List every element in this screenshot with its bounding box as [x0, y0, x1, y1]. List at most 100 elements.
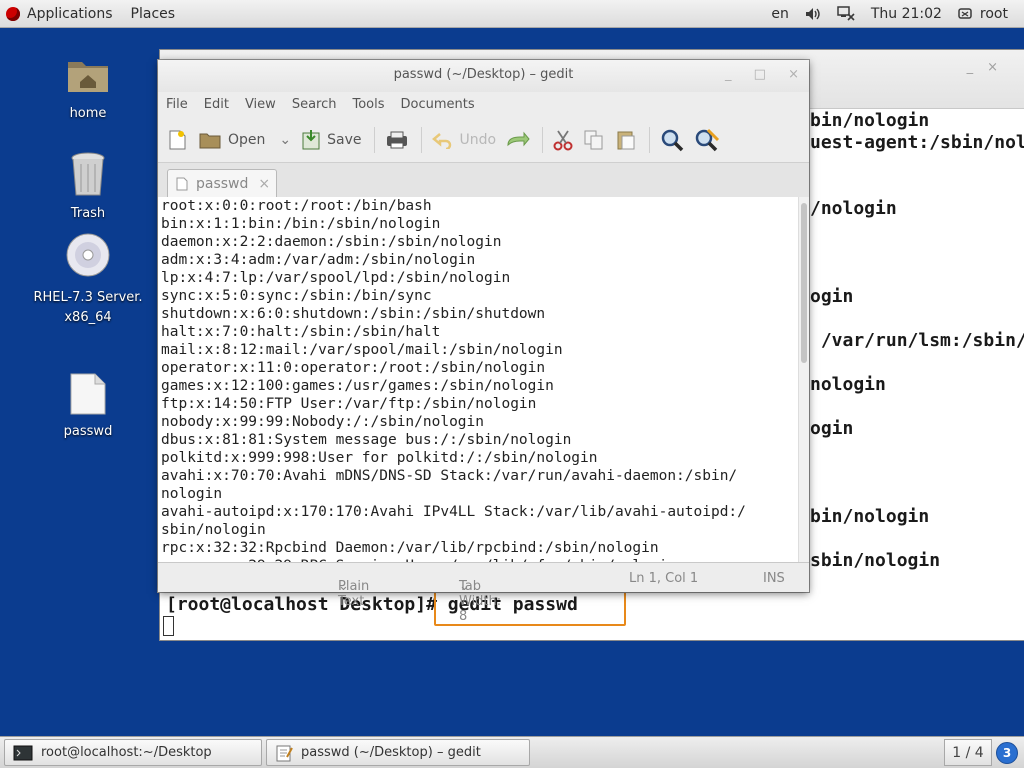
user-icon — [958, 7, 972, 19]
menu-view[interactable]: View — [245, 97, 276, 112]
panel-status-area: en Thu 21:02 root — [771, 0, 1024, 27]
print-button[interactable] — [385, 130, 409, 150]
terminal-icon — [13, 745, 33, 760]
document-icon — [176, 177, 188, 190]
redo-button[interactable] — [506, 131, 530, 149]
desktop-icon-dvd[interactable]: RHEL-7.3 Server. x86_64 — [30, 232, 146, 328]
desktop-icon-label: Trash — [70, 206, 106, 221]
chevron-down-icon: ⌄ — [459, 579, 470, 594]
text-editor[interactable]: root:x:0:0:root:/root:/bin/bash bin:x:1:1… — [158, 197, 798, 562]
chevron-down-icon[interactable]: ⌄ — [279, 132, 291, 148]
menu-edit[interactable]: Edit — [204, 97, 229, 112]
home-folder-icon — [68, 62, 108, 92]
undo-button[interactable]: Undo — [431, 131, 497, 149]
redo-icon — [507, 131, 530, 147]
cut-button[interactable] — [553, 129, 573, 151]
redhat-logo-icon — [6, 6, 20, 21]
find-replace-icon — [695, 128, 720, 152]
menu-file[interactable]: File — [166, 97, 188, 112]
editor-line: mail:x:8:12:mail:/var/spool/mail:/sbin/n… — [161, 342, 563, 358]
editor-line: sync:x:5:0:sync:/sbin:/bin/sync — [161, 288, 432, 304]
undo-label: Undo — [459, 132, 497, 148]
terminal-line: nologin — [810, 374, 886, 395]
editor-line: operator:x:11:0:operator:/root:/sbin/nol… — [161, 360, 546, 376]
open-button[interactable]: Open ⌄ — [198, 130, 291, 150]
toolbar-separator — [542, 127, 544, 153]
taskbar-item-terminal[interactable]: root@localhost:~/Desktop — [4, 739, 262, 766]
search-icon — [661, 129, 684, 152]
trash-icon — [71, 152, 105, 196]
find-replace-button[interactable] — [694, 128, 720, 152]
scissors-icon — [553, 130, 573, 151]
dvd-icon — [66, 233, 110, 277]
desktop-icon-label: passwd — [63, 424, 113, 439]
maximize-icon[interactable]: □ — [754, 67, 766, 82]
find-button[interactable] — [660, 128, 684, 152]
editor-line: avahi:x:70:70:Avahi mDNS/DNS-SD Stack:/v… — [161, 468, 738, 484]
editor-line: lp:x:4:7:lp:/var/spool/lpd:/sbin/nologin — [161, 270, 511, 286]
user-label: root — [979, 5, 1008, 22]
editor-scrollbar[interactable] — [798, 197, 809, 562]
top-panel: Applications Places en Thu 21:02 root — [0, 0, 1024, 28]
notification-badge[interactable]: 3 — [996, 742, 1018, 764]
save-icon — [302, 130, 320, 150]
editor-line: avahi-autoipd:x:170:170:Avahi IPv4LL Sta… — [161, 504, 746, 520]
places-menu[interactable]: Places — [131, 6, 176, 22]
menu-documents[interactable]: Documents — [401, 97, 475, 112]
taskbar-item-label: root@localhost:~/Desktop — [41, 745, 212, 760]
desktop-icon-trash[interactable]: Trash — [30, 150, 146, 224]
gedit-window[interactable]: passwd (~/Desktop) – gedit _ □ × File Ed… — [158, 60, 809, 624]
language-label: en — [771, 5, 789, 22]
applications-menu[interactable]: Applications — [0, 6, 113, 22]
folder-open-icon — [199, 133, 221, 149]
editor-line: bin:x:1:1:bin:/bin:/sbin/nologin — [161, 216, 441, 232]
taskbar-item-gedit[interactable]: passwd (~/Desktop) – gedit — [266, 739, 530, 766]
close-icon[interactable]: × — [788, 67, 799, 82]
close-tab-icon[interactable]: × — [258, 176, 270, 192]
volume-icon[interactable] — [805, 7, 821, 21]
notification-count: 3 — [1002, 746, 1012, 760]
save-button[interactable]: Save — [301, 129, 362, 151]
editor-line: dbus:x:81:81:System message bus:/:/sbin/… — [161, 432, 572, 448]
new-file-icon — [169, 130, 186, 150]
tab-passwd[interactable]: passwd × — [167, 169, 277, 197]
clock[interactable]: Thu 21:02 — [871, 6, 942, 22]
workspace-switcher[interactable]: 1 / 4 — [944, 739, 992, 766]
new-document-button[interactable] — [166, 129, 188, 151]
editor-line: rpc:x:32:32:Rpcbind Daemon:/var/lib/rpcb… — [161, 540, 659, 556]
insert-mode: INS — [763, 571, 785, 586]
editor-line: ftp:x:14:50:FTP User:/var/ftp:/sbin/nolo… — [161, 396, 537, 412]
terminal-line: ogin — [810, 286, 854, 307]
terminal-line: /var/run/lsm:/sbin/n — [810, 330, 1024, 351]
toolbar-separator — [649, 127, 651, 153]
desktop-icon-label: home — [69, 106, 107, 121]
editor-line: nologin — [161, 486, 223, 502]
terminal-window-buttons[interactable]: _× — [967, 60, 1012, 75]
menu-search[interactable]: Search — [292, 97, 337, 112]
close-icon[interactable]: × — [987, 60, 1012, 75]
editor-line: adm:x:3:4:adm:/var/adm:/sbin/nologin — [161, 252, 476, 268]
desktop-icon-home[interactable]: home — [30, 50, 146, 124]
terminal-line: /nologin — [810, 198, 897, 219]
menu-tools[interactable]: Tools — [352, 97, 384, 112]
user-menu[interactable]: root — [958, 6, 1008, 22]
editor-line: games:x:12:100:games:/usr/games:/sbin/no… — [161, 378, 554, 394]
desktop-icon-passwd[interactable]: passwd — [30, 372, 146, 442]
text-file-icon — [70, 373, 106, 415]
scrollbar-thumb[interactable] — [801, 203, 807, 363]
document-tabbar: passwd × — [158, 163, 809, 198]
terminal-line: bin/nologin — [810, 506, 930, 527]
places-label: Places — [130, 5, 176, 22]
terminal-line: uest-agent:/sbin/nolo — [810, 132, 1024, 153]
language-indicator[interactable]: en — [771, 6, 789, 22]
minimize-icon[interactable]: _ — [725, 67, 732, 82]
gedit-titlebar[interactable]: passwd (~/Desktop) – gedit _ □ × — [158, 60, 809, 92]
chevron-down-icon: ⌄ — [338, 579, 349, 594]
copy-button[interactable] — [583, 129, 605, 151]
editor-line: polkitd:x:999:998:User for polkitd:/:/sb… — [161, 450, 598, 466]
gedit-window-buttons: _ □ × — [707, 60, 799, 90]
paste-button[interactable] — [615, 129, 637, 151]
toolbar: Open ⌄ Save Undo — [158, 118, 809, 163]
minimize-icon[interactable]: _ — [967, 60, 988, 75]
network-icon[interactable] — [837, 5, 855, 22]
